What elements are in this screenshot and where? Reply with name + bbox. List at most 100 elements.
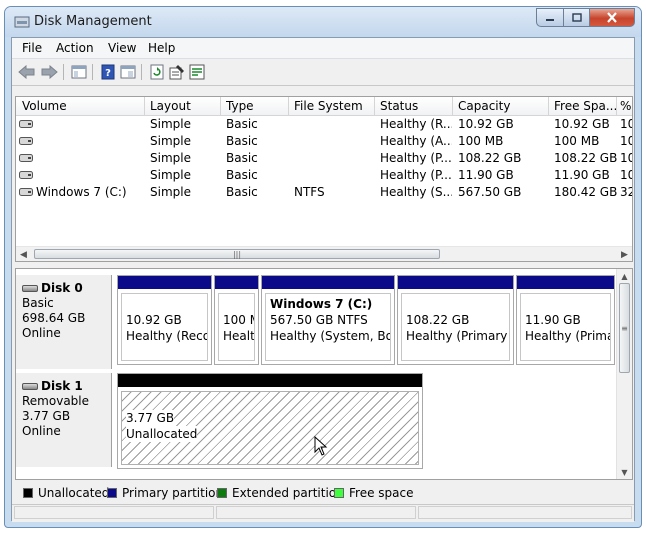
partition-status: Healthy (Primar — [525, 329, 611, 343]
column-header-layout[interactable]: Layout — [150, 99, 218, 115]
disk-0-label[interactable]: Disk 0 Basic 698.64 GB Online — [16, 275, 112, 369]
table-row[interactable]: Windows 7 (C:) Simple Basic NTFS Healthy… — [16, 184, 632, 201]
refresh-button[interactable] — [148, 63, 166, 81]
cell-capacity: 10.92 GB — [458, 117, 514, 131]
menu-file[interactable]: File — [22, 41, 42, 55]
disk-1-status: Online — [22, 424, 61, 438]
grip-icon: ≡ — [621, 323, 628, 333]
cell-percent-free: 32 — [620, 185, 632, 199]
partition-system-reserved[interactable]: 100 M Healtl — [214, 275, 259, 365]
disk-1-name: Disk 1 — [41, 379, 83, 393]
unallocated-size: 3.77 GB — [126, 410, 175, 426]
column-divider — [452, 97, 453, 115]
toolbar-separator — [63, 64, 64, 80]
minimize-button[interactable] — [536, 8, 563, 27]
cell-capacity: 567.50 GB — [458, 185, 522, 199]
cell-free-space: 180.42 GB — [554, 185, 618, 199]
legend-swatch — [107, 488, 117, 498]
column-header-capacity[interactable]: Capacity — [458, 99, 548, 115]
removable-disk-icon — [22, 383, 38, 390]
unallocated-space-disk-1[interactable]: 3.77 GB Unallocated — [117, 373, 423, 469]
grip-icon: ||| — [232, 249, 242, 259]
primary-partition-bar — [262, 276, 394, 289]
forward-button[interactable] — [40, 63, 58, 81]
partition-status: Healthy (Primary Pa — [406, 329, 509, 343]
scroll-down-button[interactable]: ▼ — [617, 465, 632, 479]
toolbar-separator — [141, 64, 142, 80]
mouse-cursor-icon — [314, 436, 328, 456]
column-header-file-system[interactable]: File System — [294, 99, 374, 115]
primary-partition-bar — [118, 276, 211, 289]
maximize-button[interactable] — [563, 8, 589, 27]
table-row[interactable]: Simple Basic Healthy (P... 11.90 GB 11.9… — [16, 167, 632, 184]
partition-details: 108.22 GB Healthy (Primary Pa — [401, 293, 510, 361]
vertical-scroll-thumb[interactable]: ≡ — [619, 283, 630, 373]
column-header-volume[interactable]: Volume — [22, 99, 142, 115]
table-row[interactable]: Simple Basic Healthy (R... 10.92 GB 10.9… — [16, 116, 632, 133]
volume-drive-icon — [19, 120, 33, 128]
console-tree-button[interactable] — [70, 63, 88, 81]
horizontal-scroll-thumb[interactable]: ||| — [34, 249, 440, 259]
show-pane-button[interactable] — [119, 63, 137, 81]
help-button[interactable]: ? — [99, 63, 117, 81]
table-row[interactable]: Simple Basic Healthy (P... 108.22 GB 108… — [16, 150, 632, 167]
primary-partition-bar — [398, 276, 513, 289]
svg-text:?: ? — [105, 68, 111, 79]
partition-details: Windows 7 (C:) 567.50 GB NTFS Healthy (S… — [265, 293, 391, 361]
partition-primary-108gb[interactable]: 108.22 GB Healthy (Primary Pa — [397, 275, 514, 365]
disk-map-vertical-scrollbar[interactable]: ▲ ≡ ▼ — [616, 269, 632, 479]
back-button[interactable] — [18, 63, 36, 81]
close-button[interactable] — [589, 8, 635, 27]
legend-label: Extended partition — [232, 486, 344, 500]
cell-layout: Simple — [150, 151, 191, 165]
column-divider — [548, 97, 549, 115]
column-header-type[interactable]: Type — [226, 99, 286, 115]
column-divider — [374, 97, 375, 115]
scroll-right-button[interactable]: ▶ — [617, 247, 632, 261]
table-row[interactable]: Simple Basic Healthy (A... 100 MB 100 MB… — [16, 133, 632, 150]
legend-extended-partition: Extended partition — [217, 486, 344, 500]
partition-name — [126, 296, 203, 312]
column-header-percent-free[interactable]: % F — [620, 99, 632, 115]
partition-windows-c[interactable]: Windows 7 (C:) 567.50 GB NTFS Healthy (S… — [261, 275, 395, 365]
partition-status: Healtl — [223, 329, 255, 343]
properties-button[interactable] — [168, 63, 186, 81]
disk-1-size: 3.77 GB — [22, 409, 71, 423]
cell-layout: Simple — [150, 134, 191, 148]
partition-primary-11gb[interactable]: 11.90 GB Healthy (Primar — [516, 275, 615, 365]
partition-status: Healthy (System, Boot, — [270, 329, 390, 343]
partition-name — [525, 296, 606, 312]
title-bar[interactable]: Disk Management — [5, 7, 641, 37]
cell-status: Healthy (S... — [380, 185, 452, 199]
column-divider — [288, 97, 289, 115]
column-header-status[interactable]: Status — [380, 99, 452, 115]
partition-status: Healthy (Recov — [126, 329, 207, 343]
legend-label: Free space — [349, 486, 414, 500]
rescan-button[interactable] — [188, 63, 206, 81]
menu-action[interactable]: Action — [56, 41, 94, 55]
cell-free-space: 10.92 GB — [554, 117, 610, 131]
menu-help[interactable]: Help — [148, 41, 175, 55]
disk-1-label[interactable]: Disk 1 Removable 3.77 GB Online — [16, 373, 112, 467]
cell-percent-free: 100 — [620, 117, 632, 131]
volume-list-horizontal-scrollbar[interactable]: ◀ ||| ▶ — [16, 246, 632, 261]
partition-recovery[interactable]: 10.92 GB Healthy (Recov — [117, 275, 212, 365]
status-bar — [12, 504, 634, 522]
menu-view[interactable]: View — [108, 41, 136, 55]
partition-size: 10.92 GB — [126, 313, 182, 327]
column-header-free-space[interactable]: Free Spa... — [554, 99, 616, 115]
unallocated-details: 3.77 GB Unallocated — [121, 391, 419, 465]
cell-type: Basic — [226, 117, 258, 131]
legend-label: Primary partition — [122, 486, 224, 500]
minimize-icon — [546, 18, 554, 21]
scroll-up-button[interactable]: ▲ — [617, 269, 632, 283]
partition-size: 11.90 GB — [525, 313, 581, 327]
scroll-left-button[interactable]: ◀ — [16, 247, 31, 261]
disk-1-title: Disk 1 — [22, 379, 111, 394]
partition-name — [223, 296, 250, 312]
column-divider — [220, 97, 221, 115]
cell-type: Basic — [226, 134, 258, 148]
legend-swatch — [23, 488, 33, 498]
volume-list[interactable]: Volume Layout Type File System Status Ca… — [15, 96, 633, 262]
cell-type: Basic — [226, 151, 258, 165]
